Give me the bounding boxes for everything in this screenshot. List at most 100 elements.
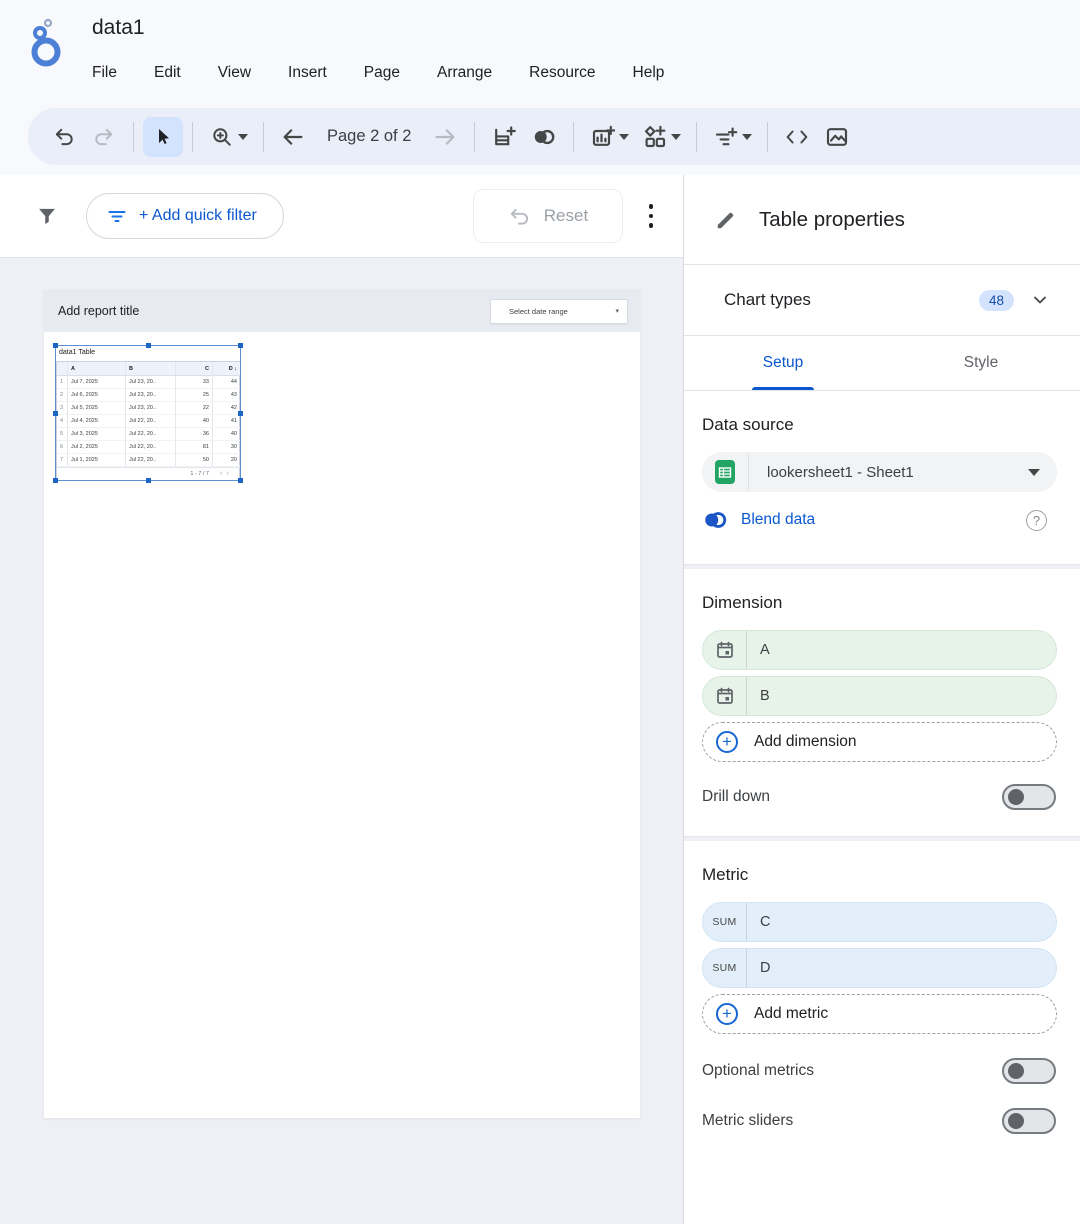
redo-button[interactable]	[84, 117, 124, 157]
code-icon	[784, 126, 810, 148]
table-header-D[interactable]: D ↓	[213, 362, 240, 376]
zoom-icon	[211, 126, 233, 148]
table-cell-A: Jul 2, 2025	[68, 441, 126, 454]
metric-section: Metric SUMC SUMD + Add metric Optional me…	[684, 841, 1080, 1134]
zoom-dropdown-caret[interactable]	[238, 134, 248, 140]
tab-setup[interactable]: Setup	[684, 336, 882, 390]
tab-style[interactable]: Style	[882, 336, 1080, 390]
optional-metrics-row: Optional metrics	[702, 1058, 1057, 1084]
add-page-button[interactable]	[484, 117, 524, 157]
resize-handle-se[interactable]	[238, 478, 243, 483]
table-cell-A: Jul 3, 2025	[68, 428, 126, 441]
resize-handle-s[interactable]	[146, 478, 151, 483]
metric-sliders-toggle[interactable]	[1002, 1108, 1056, 1134]
add-metric-label: Add metric	[754, 1005, 828, 1023]
dimension-chip-A[interactable]: A	[702, 630, 1057, 670]
arrow-left-icon	[281, 125, 305, 149]
reset-button[interactable]: Reset	[473, 189, 623, 243]
table-row-number: 2	[57, 389, 68, 402]
select-tool-button[interactable]	[143, 117, 183, 157]
resize-handle-w[interactable]	[53, 411, 58, 416]
add-control-dropdown-caret[interactable]	[671, 134, 681, 140]
add-chart-dropdown-caret[interactable]	[619, 134, 629, 140]
menu-page[interactable]: Page	[364, 60, 400, 86]
report-name[interactable]: data1	[92, 16, 145, 40]
dimension-heading: Dimension	[702, 593, 1057, 613]
report-title-placeholder[interactable]: Add report title	[58, 304, 139, 318]
add-control-button[interactable]	[635, 117, 675, 157]
table-header-C[interactable]: C	[176, 362, 213, 376]
menu-resource[interactable]: Resource	[529, 60, 595, 86]
date-range-label: Select date range	[509, 307, 568, 316]
table-cell-C: 25	[176, 389, 213, 402]
menu-view[interactable]: View	[218, 60, 251, 86]
resize-handle-e[interactable]	[238, 411, 243, 416]
looker-studio-logo	[26, 16, 70, 68]
panel-header: Table properties	[684, 175, 1080, 265]
date-range-control[interactable]: Select date range ▾	[490, 299, 628, 324]
table-row-number: 7	[57, 454, 68, 467]
data-source-chip[interactable]: lookersheet1 - Sheet1	[702, 452, 1057, 492]
calendar-icon	[703, 677, 747, 715]
report-canvas[interactable]: Add report title Select date range ▾ dat…	[0, 258, 683, 1224]
chart-types-expander[interactable]: Chart types 48	[684, 265, 1080, 336]
arrow-right-icon	[433, 125, 457, 149]
table-cell-A: Jul 1, 2025	[68, 454, 126, 467]
table-cell-C: 33	[176, 376, 213, 389]
embed-code-button[interactable]	[777, 117, 817, 157]
table-header-A[interactable]: A	[68, 362, 126, 376]
pencil-icon	[715, 209, 737, 231]
menu-arrange[interactable]: Arrange	[437, 60, 492, 86]
add-filter-icon	[714, 125, 738, 149]
chart-types-label: Chart types	[724, 290, 979, 310]
metric-heading: Metric	[702, 865, 1057, 885]
blend-data-button[interactable]	[524, 117, 564, 157]
resize-handle-sw[interactable]	[53, 478, 58, 483]
table-header-B[interactable]: B	[126, 362, 176, 376]
blend-data-label: Blend data	[741, 511, 1013, 529]
add-metric-button[interactable]: + Add metric	[702, 994, 1057, 1034]
help-icon[interactable]: ?	[1026, 510, 1047, 531]
data-source-heading: Data source	[702, 415, 1057, 435]
table-header-rownum	[57, 362, 68, 376]
menu-help[interactable]: Help	[633, 60, 665, 86]
menu-file[interactable]: File	[92, 60, 117, 86]
table-grid: ABCD ↓1Jul 7, 2025Jul 23, 20..33442Jul 6…	[56, 361, 240, 481]
metric-chip-D[interactable]: SUMD	[702, 948, 1057, 988]
drill-down-toggle[interactable]	[1002, 784, 1056, 810]
previous-page-button[interactable]	[273, 117, 313, 157]
table-cell-A: Jul 6, 2025	[68, 389, 126, 402]
metric-field-name: C	[760, 914, 770, 930]
add-quick-filter-button[interactable]: + Add quick filter	[86, 193, 284, 239]
image-icon	[825, 125, 849, 149]
next-page-button[interactable]	[425, 117, 465, 157]
add-quick-filter-toolbar-button[interactable]	[706, 117, 746, 157]
optional-metrics-toggle[interactable]	[1002, 1058, 1056, 1084]
add-filter-dropdown-caret[interactable]	[742, 134, 752, 140]
menu-edit[interactable]: Edit	[154, 60, 181, 86]
table-pagination-arrows[interactable]: ‹›	[213, 467, 240, 480]
undo-button[interactable]	[44, 117, 84, 157]
dimension-chip-B[interactable]: B	[702, 676, 1057, 716]
table-cell-B: Jul 23, 20..	[126, 402, 176, 415]
blend-data-link[interactable]: Blend data ?	[702, 502, 1057, 538]
table-chart[interactable]: data1 Table ABCD ↓1Jul 7, 2025Jul 23, 20…	[56, 346, 240, 480]
report-page[interactable]: Add report title Select date range ▾ dat…	[44, 290, 640, 1118]
menu-insert[interactable]: Insert	[288, 60, 327, 86]
table-cell-A: Jul 4, 2025	[68, 415, 126, 428]
resize-handle-n[interactable]	[146, 343, 151, 348]
table-cell-C: 22	[176, 402, 213, 415]
funnel-icon	[36, 205, 58, 227]
page-indicator[interactable]: Page 2 of 2	[327, 127, 411, 146]
resize-handle-ne[interactable]	[238, 343, 243, 348]
toolbar-separator	[133, 122, 134, 152]
add-dimension-button[interactable]: + Add dimension	[702, 722, 1057, 762]
resize-handle-nw[interactable]	[53, 343, 58, 348]
image-button-partial[interactable]	[817, 117, 857, 157]
zoom-tool-button[interactable]	[202, 117, 242, 157]
metric-chip-C[interactable]: SUMC	[702, 902, 1057, 942]
more-options-button[interactable]	[633, 194, 669, 238]
add-chart-button[interactable]	[583, 117, 623, 157]
chart-types-count-badge: 48	[979, 290, 1014, 311]
table-cell-A: Jul 5, 2025	[68, 402, 126, 415]
